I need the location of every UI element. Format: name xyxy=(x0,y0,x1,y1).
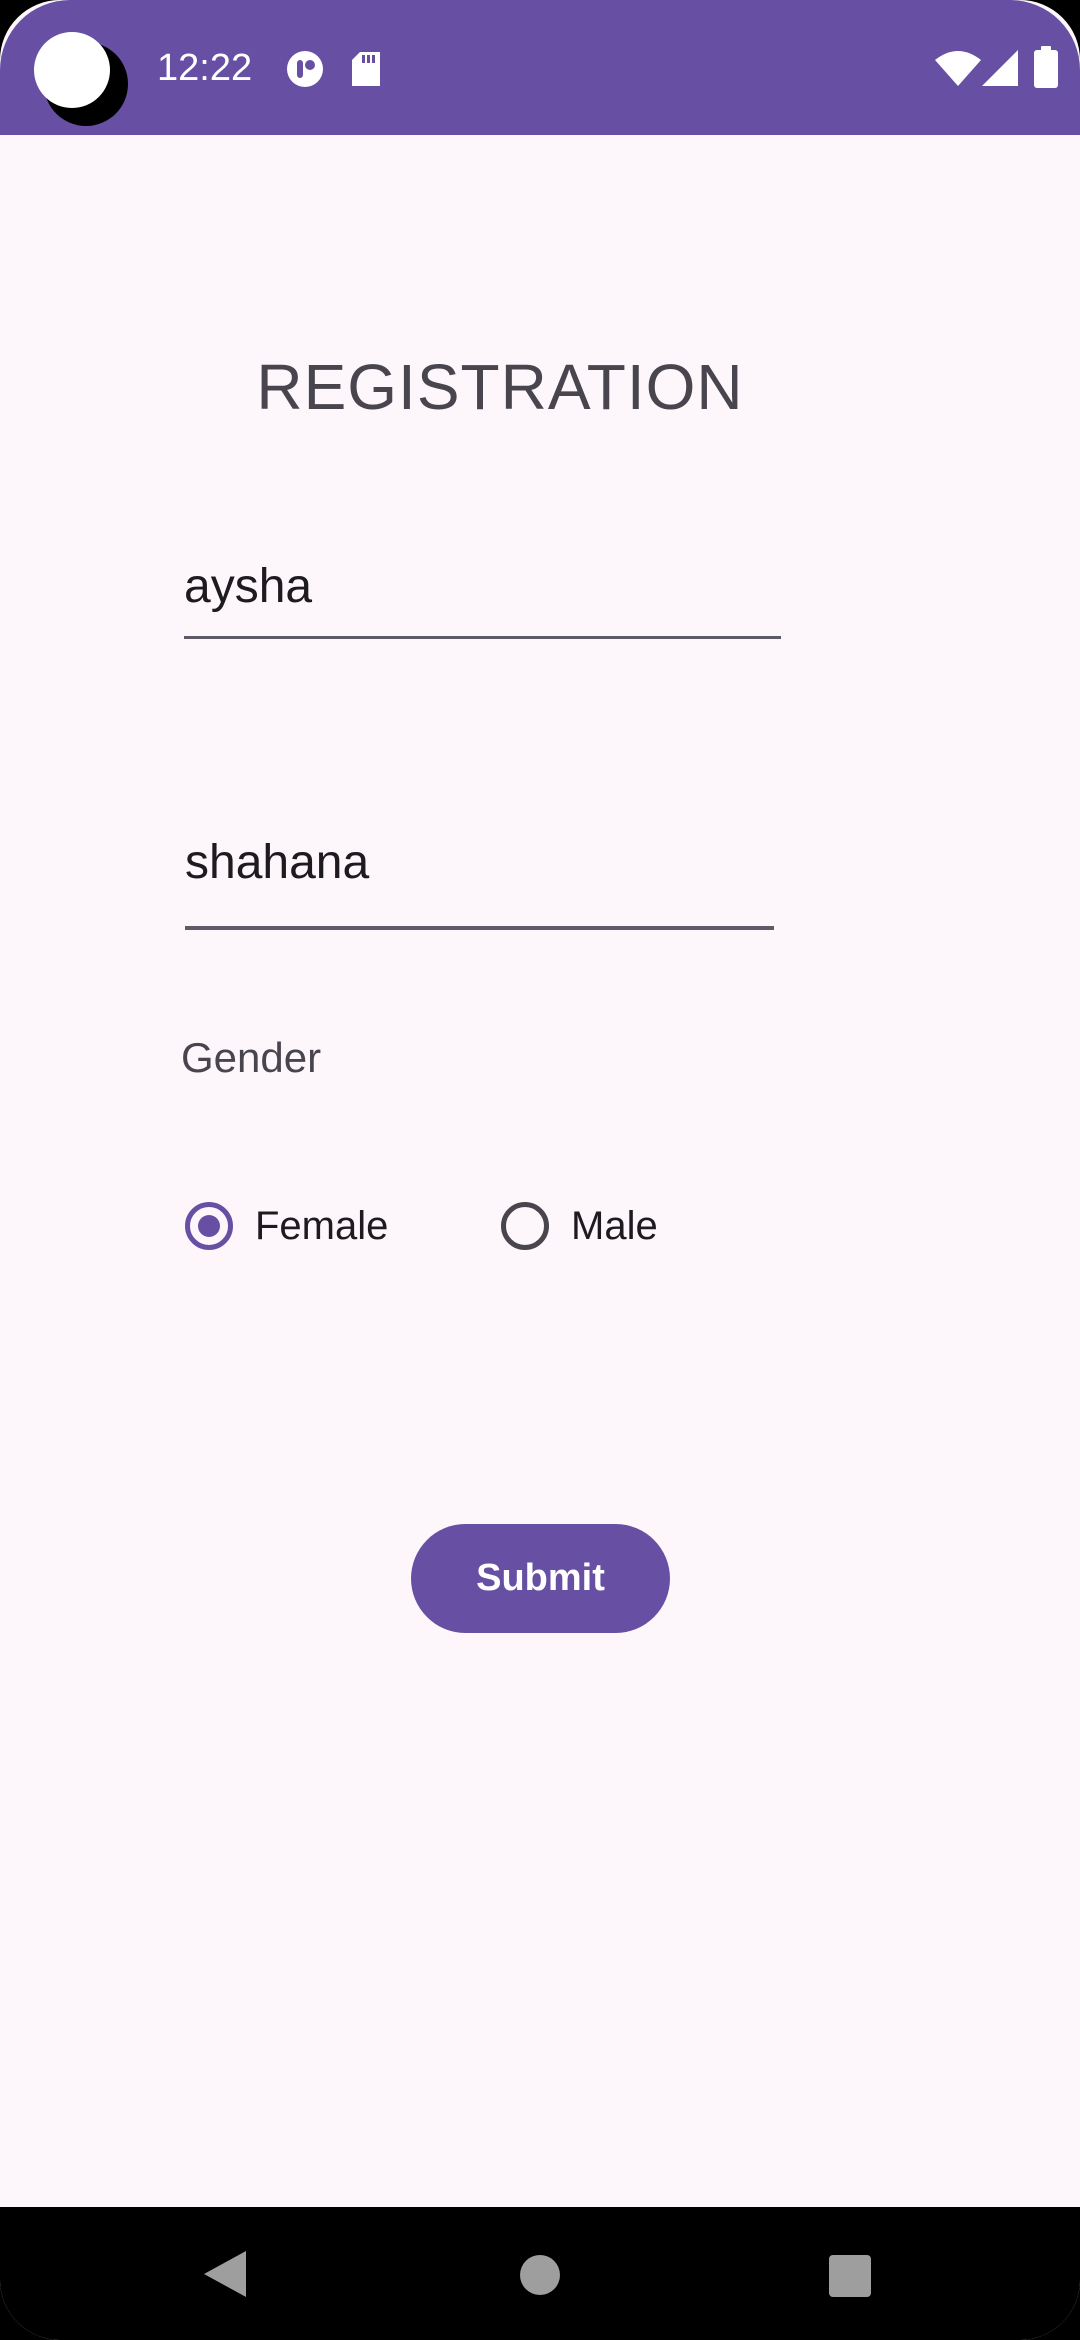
wifi-icon xyxy=(935,51,981,86)
gender-male-radio[interactable]: Male xyxy=(501,1196,658,1256)
gender-female-label: Female xyxy=(255,1203,389,1248)
submit-button[interactable]: Submit xyxy=(411,1524,670,1633)
radio-unchecked-icon xyxy=(501,1202,549,1250)
last-name-underline xyxy=(185,926,774,930)
status-time: 12:22 xyxy=(157,47,253,89)
radio-checked-icon xyxy=(185,1202,233,1250)
navigation-bar xyxy=(0,2207,1080,2340)
first-name-field[interactable] xyxy=(184,536,781,639)
status-bar: 12:22 xyxy=(0,0,1080,135)
gender-male-label: Male xyxy=(571,1203,658,1248)
app-screen: 12:22 REGISTRATION aysha shahana Gender … xyxy=(0,0,1080,2340)
pocket-icon xyxy=(287,51,323,87)
gender-label: Gender xyxy=(181,1034,322,1081)
back-icon[interactable] xyxy=(204,2251,246,2297)
last-name-input[interactable] xyxy=(185,812,774,912)
gender-female-radio[interactable]: Female xyxy=(185,1196,388,1256)
battery-icon xyxy=(1034,46,1058,88)
home-icon[interactable] xyxy=(520,2255,560,2295)
first-name-input[interactable] xyxy=(184,536,781,636)
last-name-field[interactable] xyxy=(185,812,774,930)
sd-card-icon xyxy=(352,52,380,86)
page-title: REGISTRATION xyxy=(256,351,744,423)
first-name-underline xyxy=(184,636,781,639)
signal-icon xyxy=(982,50,1018,86)
recents-icon[interactable] xyxy=(829,2255,871,2297)
camera-cutout xyxy=(34,32,128,126)
